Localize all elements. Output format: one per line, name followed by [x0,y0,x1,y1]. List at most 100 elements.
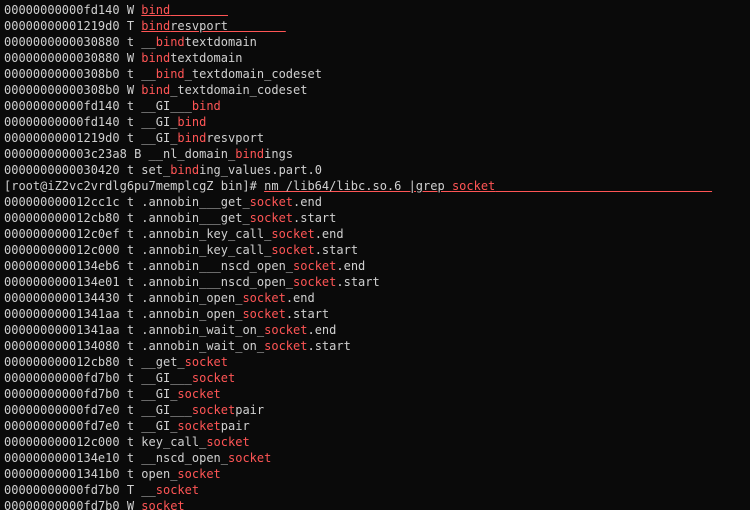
symbol-type-flag: t [127,275,134,289]
symbol-name: .annobin___get_socket.start [141,211,336,225]
symbol-address: 00000000001341b0 [4,467,120,481]
symbol-address: 000000000012c000 [4,243,120,257]
terminal-line: 0000000000030420 t set_binding_values.pa… [4,162,746,178]
symbol-type-flag: t [127,227,134,241]
terminal-line: [root@iZ2vc2vrdlg6pu7memplcgZ bin]# nm /… [4,178,746,194]
symbol-name: __nl_domain_bindings [149,147,294,161]
symbol-name: .annobin_key_call_socket.end [141,227,343,241]
symbol-type-flag: t [127,371,134,385]
symbol-name: __socket [141,483,199,497]
terminal-line: 00000000000fd7e0 t __GI___socketpair [4,402,746,418]
symbol-type-flag: t [127,67,134,81]
symbol-address: 000000000012c0ef [4,227,120,241]
symbol-type-flag: t [127,259,134,273]
symbol-name: bind [141,3,228,17]
symbol-address: 00000000000fd7b0 [4,483,120,497]
terminal-output: 00000000000fd140 W bind 00000000001219d0… [0,0,750,510]
symbol-name: __nscd_open_socket [141,451,271,465]
terminal-line: 00000000001341aa t .annobin_open_socket.… [4,306,746,322]
symbol-address: 00000000000fd7b0 [4,371,120,385]
terminal-line: 00000000000fd140 t __GI___bind [4,98,746,114]
shell-prompt: [root@iZ2vc2vrdlg6pu7memplcgZ bin]# [4,179,264,193]
symbol-type-flag: B [134,147,141,161]
symbol-name: __bind_textdomain_codeset [141,67,322,81]
terminal-line: 000000000012cb80 t __get_socket [4,354,746,370]
symbol-type-flag: t [127,451,134,465]
symbol-name: key_call_socket [141,435,249,449]
symbol-address: 00000000001341aa [4,323,120,337]
terminal-line: 0000000000134e01 t .annobin___nscd_open_… [4,274,746,290]
symbol-name: open_socket [141,467,220,481]
terminal-line: 000000000012c0ef t .annobin_key_call_soc… [4,226,746,242]
terminal-line: 000000000012cc1c t .annobin___get_socket… [4,194,746,210]
symbol-name: .annobin_key_call_socket.start [141,243,358,257]
symbol-address: 00000000000fd7e0 [4,403,120,417]
symbol-address: 00000000000308b0 [4,67,120,81]
symbol-type-flag: t [127,323,134,337]
terminal-line: 00000000000fd7e0 t __GI_socketpair [4,418,746,434]
terminal-line: 000000000012c000 t key_call_socket [4,434,746,450]
symbol-address: 00000000001219d0 [4,131,120,145]
symbol-address: 000000000012c000 [4,435,120,449]
symbol-type-flag: t [127,467,134,481]
symbol-name: bindresvport [141,19,286,33]
symbol-name: __GI___socket [141,371,235,385]
symbol-address: 00000000000fd7b0 [4,387,120,401]
terminal-line: 0000000000134eb6 t .annobin___nscd_open_… [4,258,746,274]
terminal-line: 00000000001341aa t .annobin_wait_on_sock… [4,322,746,338]
terminal-line: 0000000000134e10 t __nscd_open_socket [4,450,746,466]
symbol-name: __bindtextdomain [141,35,257,49]
symbol-address: 00000000001341aa [4,307,120,321]
symbol-type-flag: T [127,19,134,33]
shell-command[interactable]: nm /lib64/libc.so.6 |grep socket [264,179,712,193]
symbol-type-flag: t [127,291,134,305]
symbol-address: 0000000000134eb6 [4,259,120,273]
symbol-address: 00000000000fd140 [4,99,120,113]
terminal-line: 00000000000fd140 W bind [4,2,746,18]
terminal-line: 00000000000fd140 t __GI_bind [4,114,746,130]
symbol-type-flag: t [127,339,134,353]
symbol-type-flag: W [127,83,134,97]
symbol-type-flag: t [127,307,134,321]
symbol-address: 00000000000fd140 [4,115,120,129]
terminal-line: 00000000000308b0 W bind_textdomain_codes… [4,82,746,98]
symbol-address: 000000000012cb80 [4,211,120,225]
symbol-type-flag: t [127,163,134,177]
symbol-name: __get_socket [141,355,228,369]
symbol-address: 0000000000134430 [4,291,120,305]
terminal-line: 00000000000308b0 t __bind_textdomain_cod… [4,66,746,82]
symbol-address: 00000000001219d0 [4,19,120,33]
symbol-type-flag: t [127,387,134,401]
symbol-name: socket [141,499,184,510]
symbol-type-flag: t [127,115,134,129]
terminal-line: 00000000000fd7b0 t __GI___socket [4,370,746,386]
terminal-line: 000000000012c000 t .annobin_key_call_soc… [4,242,746,258]
symbol-address: 000000000012cc1c [4,195,120,209]
symbol-address: 000000000012cb80 [4,355,120,369]
terminal-line: 00000000001219d0 t __GI_bindresvport [4,130,746,146]
terminal-line: 0000000000134080 t .annobin_wait_on_sock… [4,338,746,354]
symbol-type-flag: t [127,243,134,257]
symbol-name: set_binding_values.part.0 [141,163,322,177]
symbol-name: .annobin_wait_on_socket.start [141,339,351,353]
terminal-line: 00000000000fd7b0 t __GI_socket [4,386,746,402]
symbol-type-flag: T [127,483,134,497]
symbol-name: .annobin_wait_on_socket.end [141,323,336,337]
symbol-address: 000000000003c23a8 [4,147,127,161]
symbol-type-flag: t [127,195,134,209]
terminal-line: 00000000000fd7b0 T __socket [4,482,746,498]
symbol-address: 0000000000030880 [4,35,120,49]
symbol-type-flag: t [127,99,134,113]
symbol-type-flag: W [127,499,134,510]
symbol-name: bindtextdomain [141,51,242,65]
symbol-name: __GI_socketpair [141,419,249,433]
symbol-address: 00000000000fd7b0 [4,499,120,510]
symbol-type-flag: t [127,211,134,225]
terminal-line: 00000000000fd7b0 W socket [4,498,746,510]
terminal-line: 00000000001341b0 t open_socket [4,466,746,482]
terminal-line: 000000000003c23a8 B __nl_domain_bindings [4,146,746,162]
symbol-name: .annobin___get_socket.end [141,195,322,209]
symbol-type-flag: W [127,51,134,65]
symbol-name: .annobin_open_socket.start [141,307,329,321]
symbol-type-flag: t [127,131,134,145]
